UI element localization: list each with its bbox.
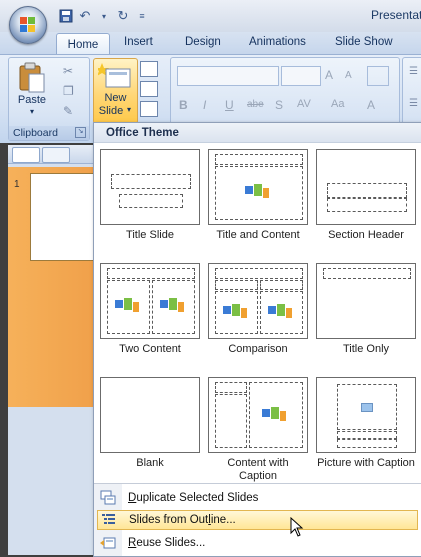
italic-icon[interactable]: I <box>203 98 206 112</box>
paste-dropdown-icon[interactable]: ▾ <box>30 106 34 118</box>
content-placeholder-icon <box>223 304 247 318</box>
new-slide-layout-gallery: Office Theme Title Slide Title and Conte… <box>93 122 421 557</box>
layout-picture-with-caption[interactable]: Picture with Caption <box>316 377 416 470</box>
change-case-icon[interactable]: Aa <box>331 98 344 110</box>
layout-label: Two Content <box>119 343 181 355</box>
strikethrough-icon[interactable]: abe <box>247 99 264 110</box>
tab-animations[interactable]: Animations <box>249 36 306 48</box>
slides-from-outline-item[interactable]: Slides from Outline... <box>97 510 418 537</box>
content-placeholder-icon <box>115 298 139 312</box>
bold-icon[interactable]: B <box>179 98 188 112</box>
duplicate-selected-slides-item[interactable]: Duplicate Selected Slides <box>97 488 418 508</box>
office-button[interactable] <box>9 6 47 44</box>
customize-qat-icon[interactable]: ≡ <box>134 8 150 24</box>
dropdown-chevron-icon[interactable]: ▾ <box>96 8 112 24</box>
format-painter-icon[interactable]: ✎ <box>63 104 73 118</box>
window-title: Presentat <box>371 8 421 22</box>
content-placeholder-icon <box>245 184 269 198</box>
font-size-combo[interactable] <box>281 66 321 86</box>
char-spacing-icon[interactable]: AV <box>297 98 311 110</box>
slide-thumbnail-row[interactable]: 1 <box>8 167 98 407</box>
new-slide-button[interactable]: New Slide ▾ <box>93 58 138 124</box>
menu-item-label: Slides from Outline... <box>129 514 236 526</box>
paste-icon <box>19 62 45 93</box>
layout-label: Comparison <box>228 343 288 355</box>
redo-icon[interactable]: ↻ <box>115 8 131 24</box>
clipboard-group: Paste ▾ ✂ ❐ ✎ Clipboard ↘ <box>8 57 90 141</box>
menu-item-label: Reuse Slides... <box>128 537 206 549</box>
bullets-icon[interactable]: ☰ <box>409 66 418 77</box>
content-placeholder-icon <box>160 298 184 312</box>
clear-formatting-icon[interactable] <box>367 66 389 86</box>
cut-icon[interactable]: ✂ <box>63 64 73 78</box>
new-slide-label-2: Slide <box>98 105 124 117</box>
picture-placeholder-icon <box>361 403 373 412</box>
content-placeholder-icon <box>262 407 286 421</box>
layout-comparison[interactable]: Comparison <box>208 263 308 356</box>
paste-label: Paste <box>17 94 47 106</box>
layout-label: Content with Caption <box>227 457 289 482</box>
slide-number: 1 <box>14 179 20 190</box>
underline-icon[interactable]: U <box>225 98 234 112</box>
shrink-font-icon[interactable]: A <box>345 70 352 81</box>
gallery-header: Office Theme <box>94 123 421 143</box>
layout-title-and-content[interactable]: Title and Content <box>208 149 308 242</box>
reset-icon[interactable] <box>140 81 158 97</box>
delete-slide-icon[interactable] <box>140 101 158 117</box>
layout-label: Title and Content <box>216 229 300 241</box>
layout-two-content[interactable]: Two Content <box>100 263 200 356</box>
paste-button[interactable]: Paste ▾ <box>15 62 49 118</box>
layout-label: Title Only <box>342 343 390 355</box>
layout-title-slide[interactable]: Title Slide <box>100 149 200 242</box>
pane-tabs <box>8 145 96 164</box>
ribbon-tab-row: Home Insert Design Animations Slide Show <box>0 32 421 55</box>
tab-outline[interactable] <box>42 147 70 163</box>
save-icon[interactable] <box>58 8 74 24</box>
layout-content-with-caption[interactable]: Content with Caption <box>208 377 308 483</box>
font-color-icon[interactable]: A <box>367 98 375 112</box>
layout-label: Picture with Caption <box>317 457 415 469</box>
tab-insert[interactable]: Insert <box>124 36 153 48</box>
dialog-launcher-icon[interactable]: ↘ <box>75 127 86 138</box>
title-bar: ↶ ▾ ↻ ≡ Presentat <box>0 0 421 32</box>
undo-icon[interactable]: ↶ <box>77 8 93 24</box>
tab-slide-show[interactable]: Slide Show <box>335 36 393 48</box>
slides-pane: 1 <box>8 145 98 555</box>
content-placeholder-icon <box>268 304 292 318</box>
shadow-icon[interactable]: S <box>275 98 283 112</box>
quick-access-toolbar: ↶ ▾ ↻ ≡ <box>58 6 150 26</box>
new-slide-label: New <box>104 92 127 104</box>
menu-item-label: Duplicate Selected Slides <box>128 492 259 504</box>
tab-home[interactable]: Home <box>56 33 110 55</box>
layout-label: Title Slide <box>126 229 174 241</box>
font-name-combo[interactable] <box>177 66 279 86</box>
align-icon[interactable]: ☰ <box>409 98 418 109</box>
tab-slides[interactable] <box>12 147 40 163</box>
copy-icon[interactable]: ❐ <box>63 84 74 98</box>
menu-separator <box>94 483 421 484</box>
slide-thumbnail[interactable] <box>30 173 98 261</box>
new-slide-icon <box>98 63 131 88</box>
layout-label: Section Header <box>328 229 404 241</box>
reuse-slides-icon <box>100 535 116 551</box>
office-logo-icon <box>20 17 36 33</box>
slides-from-outline-icon <box>101 512 117 528</box>
grow-font-icon[interactable]: A <box>325 68 333 82</box>
layout-blank[interactable]: Blank <box>100 377 200 470</box>
tab-design[interactable]: Design <box>185 36 221 48</box>
layout-title-only[interactable]: Title Only <box>316 263 416 356</box>
layout-section-header[interactable]: Section Header <box>316 149 416 242</box>
new-slide-dropdown-icon[interactable]: ▾ <box>127 105 131 114</box>
layout-label: Blank <box>136 457 164 469</box>
duplicate-slides-icon <box>100 490 116 506</box>
reuse-slides-item[interactable]: Reuse Slides... <box>97 533 418 553</box>
layout-icon[interactable] <box>140 61 158 77</box>
